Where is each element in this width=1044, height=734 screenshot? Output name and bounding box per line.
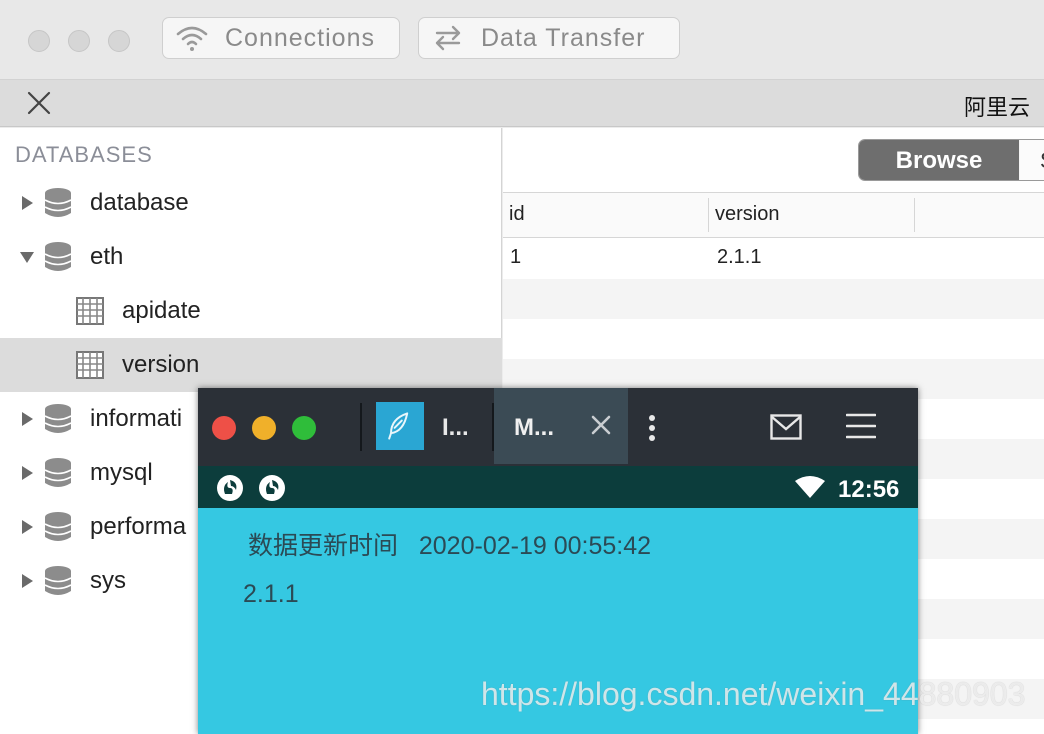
sidebar-item-label: informati xyxy=(90,405,183,432)
table-row[interactable] xyxy=(503,239,1044,279)
connection-bar xyxy=(0,80,1044,127)
view-segmented-control: Browse S xyxy=(858,139,1044,181)
database-cylinder-icon xyxy=(44,188,72,217)
window-zoom-light[interactable] xyxy=(292,416,316,440)
sidebar-item-label: sys xyxy=(90,567,126,594)
update-time-text: 数据更新时间 2020-02-19 00:55:42 xyxy=(248,526,651,562)
window-minimize-light[interactable] xyxy=(252,416,276,440)
tab-1[interactable]: I... xyxy=(442,414,469,442)
window-close-light[interactable] xyxy=(212,416,236,440)
tab-separator xyxy=(360,403,362,451)
databases-header: DATABASES xyxy=(15,142,153,167)
database-cylinder-icon xyxy=(44,458,72,487)
sidebar-item-label: apidate xyxy=(122,297,201,324)
empty-row xyxy=(503,279,1044,319)
feather-logo-icon xyxy=(388,412,409,440)
update-time-value: 2020-02-19 00:55:42 xyxy=(418,532,652,560)
sidebar-item-label: eth xyxy=(90,243,124,270)
window-minimize-light[interactable] xyxy=(68,30,90,52)
connections-label: Connections xyxy=(225,23,375,52)
expand-triangle-icon[interactable] xyxy=(19,519,35,535)
column-divider[interactable] xyxy=(914,198,915,232)
sidebar-item-label: mysql xyxy=(90,459,153,486)
app-tab-icon[interactable] xyxy=(376,402,424,450)
expand-triangle-icon[interactable] xyxy=(19,411,35,427)
sidebar-item-database[interactable]: database xyxy=(0,176,502,230)
sidebar-item-label: database xyxy=(90,189,189,216)
window-zoom-light[interactable] xyxy=(108,30,130,52)
column-divider[interactable] xyxy=(708,198,709,232)
window-close-light[interactable] xyxy=(28,30,50,52)
mail-icon[interactable] xyxy=(770,414,802,440)
transfer-arrows-icon xyxy=(431,21,465,55)
browse-tab-button[interactable]: Browse xyxy=(859,140,1019,180)
expand-triangle-icon[interactable] xyxy=(19,573,35,589)
more-options-icon[interactable] xyxy=(648,414,656,442)
notification-icon xyxy=(217,475,243,501)
tab-2-active[interactable]: M... xyxy=(494,388,628,464)
data-transfer-button[interactable]: Data Transfer xyxy=(418,17,680,59)
table-grid-icon xyxy=(76,297,104,325)
sidebar-item-eth[interactable]: eth xyxy=(0,230,502,284)
empty-row xyxy=(503,319,1044,359)
table-grid-icon xyxy=(76,351,104,379)
data-transfer-label: Data Transfer xyxy=(481,23,646,52)
wifi-signal-icon xyxy=(795,476,825,498)
hamburger-menu-icon[interactable] xyxy=(846,412,876,440)
tab-2-label: M... xyxy=(514,414,554,441)
close-tab-icon[interactable] xyxy=(588,412,614,438)
column-header-id[interactable]: id xyxy=(509,203,525,226)
column-header-version[interactable]: version xyxy=(715,203,779,226)
collapse-triangle-icon[interactable] xyxy=(19,249,35,265)
connection-name: 阿里云 xyxy=(963,96,1030,121)
watermark: https://blog.csdn.net/weixin_44880903 xyxy=(481,676,1026,712)
database-cylinder-icon xyxy=(44,242,72,271)
sidebar-item-label: performa xyxy=(90,513,187,540)
cell-version[interactable]: 2.1.1 xyxy=(717,246,761,269)
database-cylinder-icon xyxy=(44,512,72,541)
update-time-label: 数据更新时间 xyxy=(248,531,399,560)
sidebar-item-label: version xyxy=(122,351,200,378)
sidebar-item-version[interactable]: version xyxy=(0,338,502,392)
expand-triangle-icon[interactable] xyxy=(19,195,35,211)
notification-icon xyxy=(259,475,285,501)
wifi-icon xyxy=(175,21,209,55)
expand-triangle-icon[interactable] xyxy=(19,465,35,481)
connections-button[interactable]: Connections xyxy=(162,17,400,59)
status-clock: 12:56 xyxy=(838,476,900,503)
cell-id[interactable]: 1 xyxy=(510,246,521,269)
version-value-text: 2.1.1 xyxy=(243,580,299,608)
database-cylinder-icon xyxy=(44,404,72,433)
sidebar-item-apidate[interactable]: apidate xyxy=(0,284,502,338)
structure-tab-button[interactable]: S xyxy=(1020,140,1044,180)
close-icon[interactable] xyxy=(24,88,54,118)
database-cylinder-icon xyxy=(44,566,72,595)
